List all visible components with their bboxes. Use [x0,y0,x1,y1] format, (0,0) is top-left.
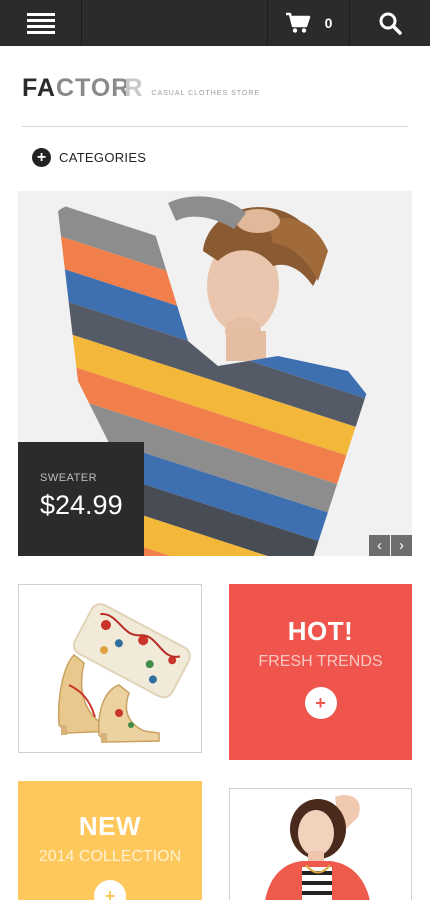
hot-subtitle: FRESH TRENDS [258,653,383,670]
shoes-tile[interactable] [18,584,202,753]
shoes-clutch-image [19,585,201,752]
cart-count: 0 [324,15,333,31]
cart-button[interactable]: 0 [267,0,350,46]
hamburger-menu-icon [26,13,55,34]
top-bar-spacer [82,0,267,46]
categories-toggle[interactable]: + CATEGORIES [32,148,146,167]
hero-banner[interactable]: SWEATER $24.99 ‹ › [18,191,412,556]
slider-next-button[interactable]: › [391,535,412,556]
hero-product-name: SWEATER [40,472,98,484]
store-logo[interactable]: FACTORR CASUAL CLOTHES STORE [22,76,260,101]
menu-button[interactable] [0,0,82,46]
new-collection-tile[interactable]: NEW 2014 COLLECTION + [18,781,202,900]
new-subtitle: 2014 COLLECTION [38,848,182,865]
hero-price-box: SWEATER $24.99 [18,442,144,556]
plus-circle-icon: + [32,148,51,167]
woman-model-tile[interactable] [229,788,412,900]
new-plus-button[interactable]: + [94,880,126,900]
hero-slider-controls: ‹ › [368,535,412,556]
hot-title: HOT! [287,616,354,646]
slider-prev-button[interactable]: ‹ [369,535,390,556]
woman-model-image [230,789,411,900]
categories-label: CATEGORIES [59,150,147,165]
new-title: NEW [78,811,142,841]
header-divider [22,126,408,127]
search-icon [379,12,402,35]
search-button[interactable] [350,0,430,46]
hot-promo-tile[interactable]: HOT! FRESH TRENDS + [229,584,412,760]
shopping-cart-icon [285,12,310,33]
hot-plus-button[interactable]: + [304,687,337,719]
logo-tagline: CASUAL CLOTHES STORE [151,90,261,97]
top-bar: 0 [0,0,430,46]
logo-wordmark: FACTORR [22,74,144,102]
hero-price: $24.99 [40,490,123,520]
